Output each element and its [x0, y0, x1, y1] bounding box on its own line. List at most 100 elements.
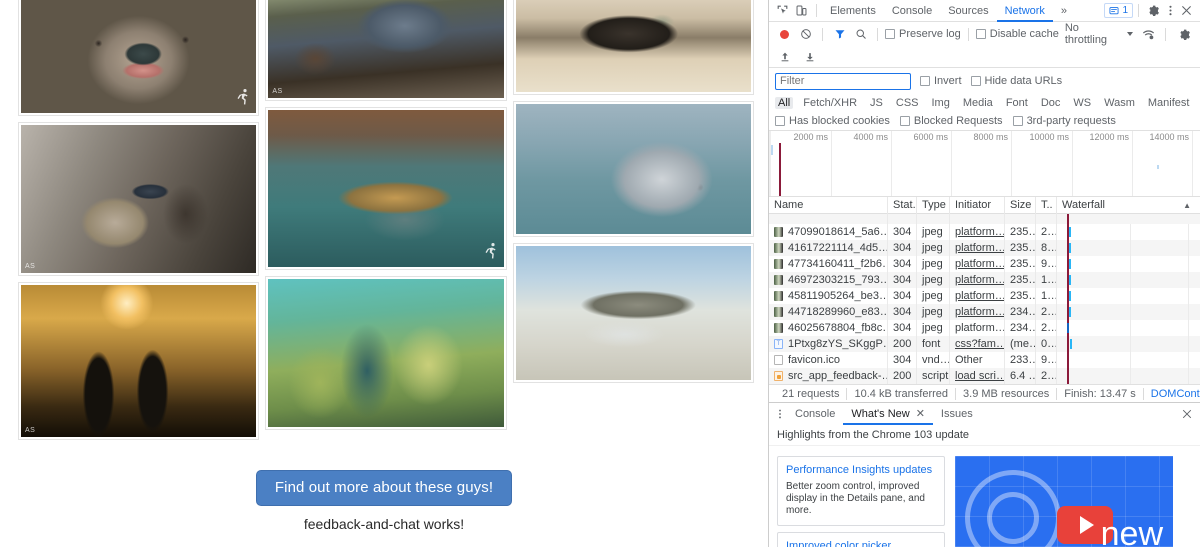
tab-sources[interactable]: Sources — [940, 0, 996, 22]
type-filter-wasm[interactable]: Wasm — [1101, 97, 1138, 109]
request-initiator[interactable]: platform… — [955, 242, 1005, 254]
whats-new-card[interactable]: Performance Insights updates Better zoom… — [777, 456, 945, 526]
whats-new-card-title[interactable]: Improved color picker — [786, 539, 936, 547]
network-settings-gear-icon[interactable] — [1175, 25, 1194, 43]
tab-console[interactable]: Console — [884, 0, 940, 22]
request-initiator[interactable]: platform… — [955, 290, 1005, 302]
table-row[interactable]: 41617221114_4d5… 304 jpeg platform… 235…… — [769, 240, 1200, 256]
gear-icon[interactable] — [1144, 2, 1163, 20]
type-filter-doc[interactable]: Doc — [1038, 97, 1064, 109]
gallery-item[interactable] — [513, 243, 754, 383]
tab-elements[interactable]: Elements — [822, 0, 884, 22]
filter-input[interactable] — [775, 73, 911, 90]
gallery-item[interactable] — [18, 0, 259, 116]
request-initiator[interactable]: platform… — [955, 306, 1005, 318]
whats-new-card[interactable]: Improved color picker — [777, 532, 945, 547]
device-toolbar-icon[interactable] — [792, 2, 811, 20]
gallery-item[interactable] — [513, 101, 754, 237]
photo-giant-tortoise: AS — [268, 0, 503, 98]
request-initiator[interactable]: platform… — [955, 258, 1005, 270]
hide-data-urls-checkbox[interactable]: Hide data URLs — [971, 75, 1063, 87]
gallery-item[interactable]: AS — [18, 282, 259, 440]
table-row[interactable]: 46972303215_793… 304 jpeg platform… 235…… — [769, 272, 1200, 288]
request-initiator[interactable]: platform… — [955, 274, 1005, 286]
request-size: 234… — [1005, 320, 1036, 336]
request-initiator[interactable]: platform… — [955, 226, 1005, 238]
table-row[interactable]: 46025678804_fb8c… 304 jpeg platform… 234… — [769, 320, 1200, 336]
table-row[interactable]: 47734160411_f2b6… 304 jpeg platform… 235… — [769, 256, 1200, 272]
type-filter-img[interactable]: Img — [929, 97, 953, 109]
table-row[interactable]: T1Ptxg8zYS_SKggP… 200 font css?fam… (me…… — [769, 336, 1200, 352]
sort-ascending-icon[interactable]: ▲ — [1183, 197, 1195, 214]
close-icon[interactable] — [1177, 2, 1196, 20]
request-time: 2… — [1036, 304, 1057, 320]
record-button[interactable] — [775, 25, 794, 43]
kebab-menu-icon[interactable] — [773, 405, 787, 423]
photo-watermark: AS — [272, 88, 282, 95]
find-out-more-button[interactable]: Find out more about these guys! — [256, 470, 512, 506]
type-filter-all[interactable]: All — [775, 97, 793, 109]
gallery-item[interactable]: AS — [265, 0, 506, 101]
gallery-item[interactable] — [513, 0, 754, 95]
col-header-status[interactable]: Stat. — [888, 197, 917, 214]
request-initiator[interactable]: css?fam… — [955, 338, 1005, 350]
col-header-waterfall[interactable]: Waterfall — [1062, 197, 1105, 214]
network-overview-timeline[interactable]: 2000 ms 4000 ms 6000 ms 8000 ms 10000 ms… — [769, 131, 1200, 197]
export-har-icon[interactable] — [800, 48, 819, 66]
table-row[interactable]: 47099018614_5a6… 304 jpeg platform… 235…… — [769, 224, 1200, 240]
overview-tick-label: 6000 ms — [913, 132, 951, 142]
import-har-icon[interactable] — [775, 48, 794, 66]
table-row[interactable]: 44718289960_e83… 304 jpeg platform… 234…… — [769, 304, 1200, 320]
col-header-time[interactable]: T.. — [1036, 197, 1057, 214]
drawer-tab-issues[interactable]: Issues — [933, 403, 981, 425]
type-filter-font[interactable]: Font — [1003, 97, 1031, 109]
gallery-item[interactable] — [265, 107, 506, 270]
message-badge[interactable]: 1 — [1104, 3, 1133, 18]
table-row-spacer — [769, 214, 1200, 224]
request-initiator[interactable]: Other — [955, 354, 983, 366]
has-blocked-cookies-checkbox[interactable]: Has blocked cookies — [775, 115, 890, 127]
clear-button[interactable] — [796, 25, 815, 43]
disable-cache-checkbox[interactable]: Disable cache — [976, 28, 1059, 40]
more-tabs-button[interactable]: » — [1053, 0, 1075, 22]
request-waterfall — [1057, 352, 1200, 368]
overview-tick-label: 8000 ms — [973, 132, 1011, 142]
col-header-initiator[interactable]: Initiator — [950, 197, 1005, 214]
type-filter-media[interactable]: Media — [960, 97, 996, 109]
col-header-name[interactable]: Name — [769, 197, 888, 214]
network-conditions-icon[interactable] — [1139, 25, 1158, 43]
whats-new-card-title[interactable]: Performance Insights updates — [786, 463, 936, 477]
drawer-tab-console[interactable]: Console — [787, 403, 843, 425]
invert-checkbox[interactable]: Invert — [920, 75, 962, 87]
search-icon[interactable] — [851, 25, 870, 43]
close-icon[interactable] — [1177, 405, 1196, 423]
close-icon[interactable]: ✕ — [916, 403, 925, 425]
drawer-tab-whats-new[interactable]: What's New ✕ — [843, 403, 933, 425]
whats-new-video-thumbnail[interactable]: new — [955, 456, 1173, 547]
gallery-item[interactable]: AS — [18, 122, 259, 276]
type-filter-js[interactable]: JS — [867, 97, 886, 109]
request-status: 304 — [888, 288, 917, 304]
type-filter-ws[interactable]: WS — [1070, 97, 1094, 109]
third-party-requests-checkbox[interactable]: 3rd-party requests — [1013, 115, 1116, 127]
col-header-type[interactable]: Type — [917, 197, 950, 214]
inspect-element-icon[interactable] — [773, 2, 792, 20]
preserve-log-label: Preserve log — [899, 28, 961, 40]
throttling-select[interactable]: No throttling — [1065, 22, 1133, 46]
type-filter-fetch-xhr[interactable]: Fetch/XHR — [800, 97, 860, 109]
request-initiator[interactable]: load scri… — [955, 370, 1005, 382]
filter-toggle-icon[interactable] — [830, 25, 849, 43]
table-row[interactable]: 45811905264_be3… 304 jpeg platform… 235…… — [769, 288, 1200, 304]
tab-network[interactable]: Network — [997, 0, 1053, 22]
col-header-size[interactable]: Size — [1005, 197, 1036, 214]
blocked-requests-checkbox[interactable]: Blocked Requests — [900, 115, 1003, 127]
type-filter-css[interactable]: CSS — [893, 97, 922, 109]
gallery-item[interactable] — [265, 276, 506, 430]
requests-table-body[interactable]: 47099018614_5a6… 304 jpeg platform… 235…… — [769, 214, 1200, 384]
request-initiator[interactable]: platform… — [955, 322, 1005, 334]
table-row[interactable]: src_app_feedback-… 200 script load scri…… — [769, 368, 1200, 384]
type-filter-manifest[interactable]: Manifest — [1145, 97, 1193, 109]
preserve-log-checkbox[interactable]: Preserve log — [885, 28, 961, 40]
kebab-menu-icon[interactable] — [1163, 2, 1177, 20]
table-row[interactable]: favicon.ico 304 vnd… Other 233… 9… — [769, 352, 1200, 368]
